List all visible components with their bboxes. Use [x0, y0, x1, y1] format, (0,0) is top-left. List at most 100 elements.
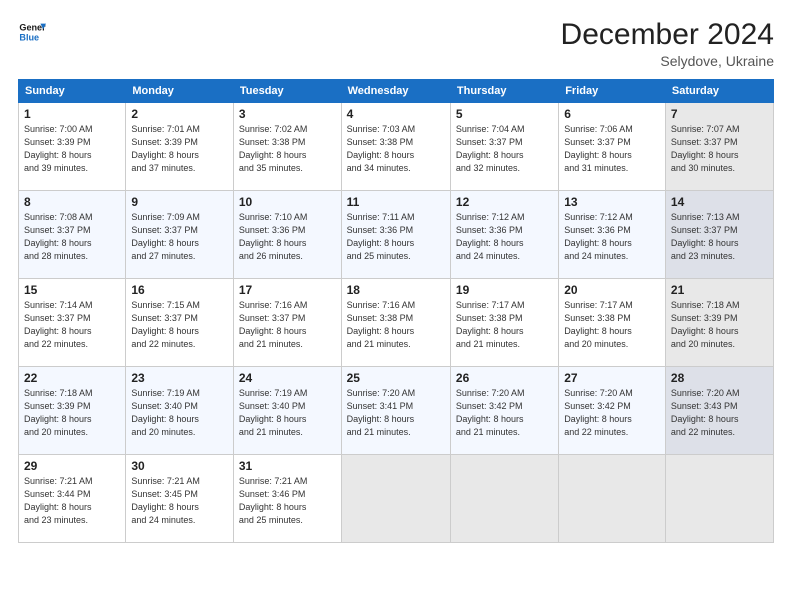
- calendar-week-row: 29 Sunrise: 7:21 AMSunset: 3:44 PMDayligh…: [19, 455, 774, 543]
- calendar-cell: 15 Sunrise: 7:14 AMSunset: 3:37 PMDayligh…: [19, 279, 126, 367]
- day-number: 7: [671, 107, 768, 121]
- weekday-header-tuesday: Tuesday: [233, 80, 341, 103]
- day-number: 18: [347, 283, 445, 297]
- calendar-cell: 1Sunrise: 7:00 AMSunset: 3:39 PMDaylight…: [19, 103, 126, 191]
- weekday-header-thursday: Thursday: [450, 80, 558, 103]
- calendar-cell: [341, 455, 450, 543]
- calendar-cell: 29 Sunrise: 7:21 AMSunset: 3:44 PMDayligh…: [19, 455, 126, 543]
- day-number: 14: [671, 195, 768, 209]
- day-info: Sunrise: 7:21 AMSunset: 3:46 PMDaylight:…: [239, 475, 336, 527]
- calendar-cell: 12Sunrise: 7:12 AMSunset: 3:36 PMDayligh…: [450, 191, 558, 279]
- calendar-cell: 4 Sunrise: 7:03 AMSunset: 3:38 PMDaylight…: [341, 103, 450, 191]
- day-info: Sunrise: 7:09 AMSunset: 3:37 PMDaylight:…: [131, 211, 228, 263]
- weekday-header-saturday: Saturday: [665, 80, 773, 103]
- weekday-header-monday: Monday: [126, 80, 234, 103]
- calendar-cell: 2 Sunrise: 7:01 AMSunset: 3:39 PMDaylight…: [126, 103, 234, 191]
- day-info: Sunrise: 7:19 AMSunset: 3:40 PMDaylight:…: [239, 387, 336, 439]
- calendar-cell: 6Sunrise: 7:06 AMSunset: 3:37 PMDaylight…: [559, 103, 666, 191]
- page: General Blue December 2024 Selydove, Ukr…: [0, 0, 792, 612]
- calendar-cell: 19 Sunrise: 7:17 AMSunset: 3:38 PMDayligh…: [450, 279, 558, 367]
- day-info: Sunrise: 7:16 AMSunset: 3:38 PMDaylight:…: [347, 299, 445, 351]
- calendar-cell: 25Sunrise: 7:20 AMSunset: 3:41 PMDayligh…: [341, 367, 450, 455]
- calendar-cell: 3Sunrise: 7:02 AMSunset: 3:38 PMDaylight…: [233, 103, 341, 191]
- subtitle: Selydove, Ukraine: [561, 53, 774, 69]
- day-info: Sunrise: 7:20 AMSunset: 3:42 PMDaylight:…: [456, 387, 553, 439]
- day-number: 1: [24, 107, 120, 121]
- logo-icon: General Blue: [18, 18, 46, 46]
- calendar-cell: 18 Sunrise: 7:16 AMSunset: 3:38 PMDayligh…: [341, 279, 450, 367]
- calendar-cell: 30Sunrise: 7:21 AMSunset: 3:45 PMDayligh…: [126, 455, 234, 543]
- day-info: Sunrise: 7:10 AMSunset: 3:36 PMDaylight:…: [239, 211, 336, 263]
- main-title: December 2024: [561, 18, 774, 51]
- day-number: 2: [131, 107, 228, 121]
- day-info: Sunrise: 7:18 AMSunset: 3:39 PMDaylight:…: [671, 299, 768, 351]
- day-number: 6: [564, 107, 660, 121]
- svg-text:Blue: Blue: [19, 32, 39, 42]
- calendar-cell: [450, 455, 558, 543]
- day-info: Sunrise: 7:16 AMSunset: 3:37 PMDaylight:…: [239, 299, 336, 351]
- day-number: 24: [239, 371, 336, 385]
- calendar-cell: 13Sunrise: 7:12 AMSunset: 3:36 PMDayligh…: [559, 191, 666, 279]
- logo: General Blue: [18, 18, 46, 46]
- day-number: 25: [347, 371, 445, 385]
- day-number: 11: [347, 195, 445, 209]
- day-info: Sunrise: 7:17 AMSunset: 3:38 PMDaylight:…: [456, 299, 553, 351]
- day-number: 27: [564, 371, 660, 385]
- calendar-cell: [559, 455, 666, 543]
- day-info: Sunrise: 7:13 AMSunset: 3:37 PMDaylight:…: [671, 211, 768, 263]
- weekday-header-friday: Friday: [559, 80, 666, 103]
- calendar-cell: 26 Sunrise: 7:20 AMSunset: 3:42 PMDayligh…: [450, 367, 558, 455]
- calendar-cell: 27 Sunrise: 7:20 AMSunset: 3:42 PMDayligh…: [559, 367, 666, 455]
- day-number: 13: [564, 195, 660, 209]
- calendar-cell: 5 Sunrise: 7:04 AMSunset: 3:37 PMDaylight…: [450, 103, 558, 191]
- calendar-cell: 21 Sunrise: 7:18 AMSunset: 3:39 PMDayligh…: [665, 279, 773, 367]
- calendar-cell: 20Sunrise: 7:17 AMSunset: 3:38 PMDayligh…: [559, 279, 666, 367]
- day-number: 4: [347, 107, 445, 121]
- calendar-cell: 31 Sunrise: 7:21 AMSunset: 3:46 PMDayligh…: [233, 455, 341, 543]
- calendar-cell: 23Sunrise: 7:19 AMSunset: 3:40 PMDayligh…: [126, 367, 234, 455]
- day-number: 5: [456, 107, 553, 121]
- calendar-cell: 22 Sunrise: 7:18 AMSunset: 3:39 PMDayligh…: [19, 367, 126, 455]
- day-number: 29: [24, 459, 120, 473]
- calendar-header-row: SundayMondayTuesdayWednesdayThursdayFrid…: [19, 80, 774, 103]
- day-info: Sunrise: 7:12 AMSunset: 3:36 PMDaylight:…: [456, 211, 553, 263]
- day-number: 30: [131, 459, 228, 473]
- calendar-cell: 28Sunrise: 7:20 AMSunset: 3:43 PMDayligh…: [665, 367, 773, 455]
- day-info: Sunrise: 7:20 AMSunset: 3:42 PMDaylight:…: [564, 387, 660, 439]
- calendar-cell: 16Sunrise: 7:15 AMSunset: 3:37 PMDayligh…: [126, 279, 234, 367]
- calendar-cell: 9 Sunrise: 7:09 AMSunset: 3:37 PMDaylight…: [126, 191, 234, 279]
- day-info: Sunrise: 7:17 AMSunset: 3:38 PMDaylight:…: [564, 299, 660, 351]
- weekday-header-wednesday: Wednesday: [341, 80, 450, 103]
- calendar-cell: 7 Sunrise: 7:07 AMSunset: 3:37 PMDaylight…: [665, 103, 773, 191]
- day-info: Sunrise: 7:04 AMSunset: 3:37 PMDaylight:…: [456, 123, 553, 175]
- calendar-cell: 24 Sunrise: 7:19 AMSunset: 3:40 PMDayligh…: [233, 367, 341, 455]
- day-info: Sunrise: 7:18 AMSunset: 3:39 PMDaylight:…: [24, 387, 120, 439]
- day-number: 21: [671, 283, 768, 297]
- day-info: Sunrise: 7:15 AMSunset: 3:37 PMDaylight:…: [131, 299, 228, 351]
- day-info: Sunrise: 7:08 AMSunset: 3:37 PMDaylight:…: [24, 211, 120, 263]
- day-number: 19: [456, 283, 553, 297]
- calendar-cell: [665, 455, 773, 543]
- day-number: 26: [456, 371, 553, 385]
- day-info: Sunrise: 7:21 AMSunset: 3:44 PMDaylight:…: [24, 475, 120, 527]
- calendar-cell: 8 Sunrise: 7:08 AMSunset: 3:37 PMDaylight…: [19, 191, 126, 279]
- day-info: Sunrise: 7:01 AMSunset: 3:39 PMDaylight:…: [131, 123, 228, 175]
- day-info: Sunrise: 7:19 AMSunset: 3:40 PMDaylight:…: [131, 387, 228, 439]
- day-number: 31: [239, 459, 336, 473]
- day-number: 15: [24, 283, 120, 297]
- day-number: 3: [239, 107, 336, 121]
- day-info: Sunrise: 7:07 AMSunset: 3:37 PMDaylight:…: [671, 123, 768, 175]
- day-info: Sunrise: 7:03 AMSunset: 3:38 PMDaylight:…: [347, 123, 445, 175]
- calendar-week-row: 15 Sunrise: 7:14 AMSunset: 3:37 PMDayligh…: [19, 279, 774, 367]
- day-number: 10: [239, 195, 336, 209]
- day-number: 9: [131, 195, 228, 209]
- day-number: 8: [24, 195, 120, 209]
- title-block: December 2024 Selydove, Ukraine: [561, 18, 774, 69]
- day-info: Sunrise: 7:14 AMSunset: 3:37 PMDaylight:…: [24, 299, 120, 351]
- day-number: 17: [239, 283, 336, 297]
- calendar-week-row: 22 Sunrise: 7:18 AMSunset: 3:39 PMDayligh…: [19, 367, 774, 455]
- weekday-header-sunday: Sunday: [19, 80, 126, 103]
- day-number: 22: [24, 371, 120, 385]
- day-number: 28: [671, 371, 768, 385]
- day-info: Sunrise: 7:11 AMSunset: 3:36 PMDaylight:…: [347, 211, 445, 263]
